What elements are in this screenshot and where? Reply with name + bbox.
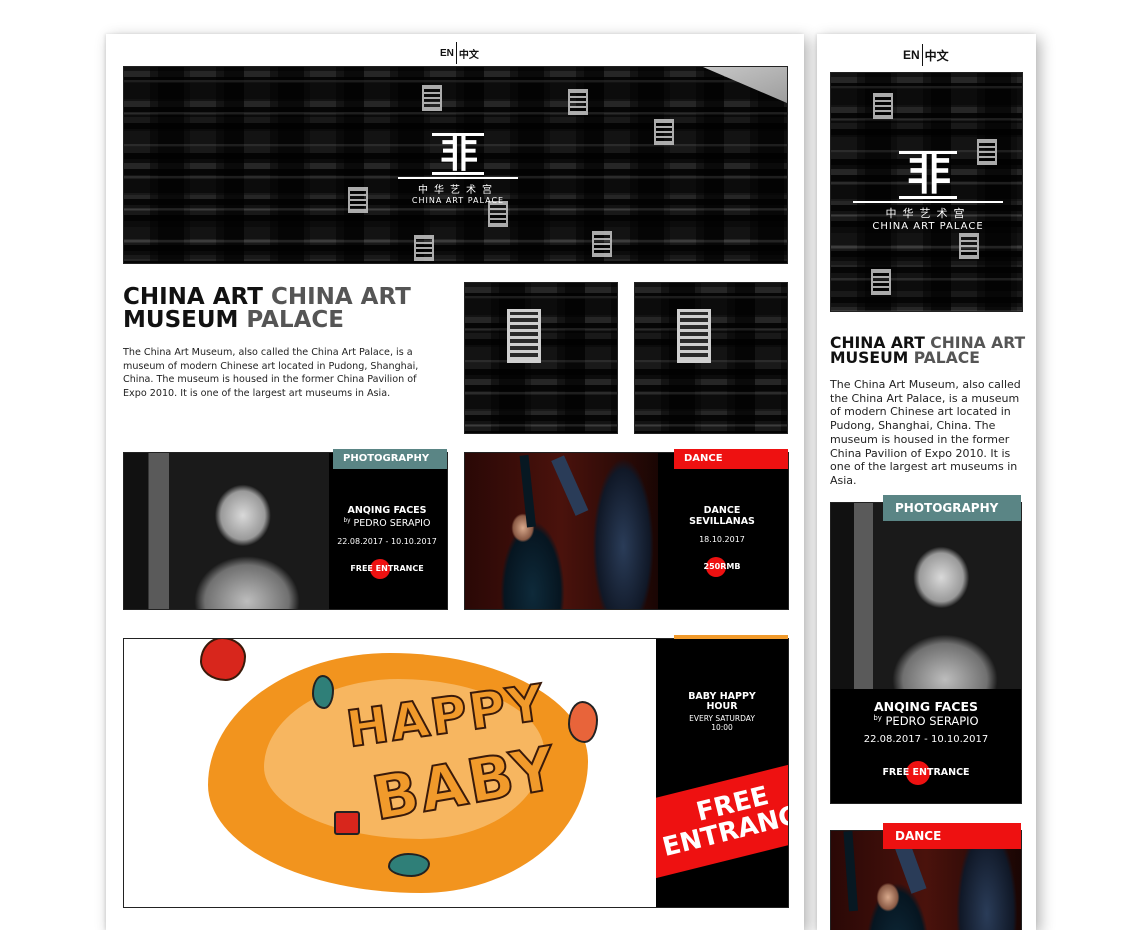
title-line2-grey: PALACE [913, 349, 980, 368]
event-by-label: by [873, 714, 882, 722]
facade-glyph [414, 235, 434, 261]
language-switcher: EN 中文 [440, 42, 479, 64]
hero-banner: 非 中华艺术宫 CHINA ART PALACE [123, 66, 788, 264]
gallery-thumbnail[interactable] [634, 282, 788, 434]
gallery-thumbnail[interactable] [464, 282, 618, 434]
raised-arm [551, 455, 589, 516]
price-entrance: ENTRANCE [912, 767, 970, 778]
page-title: CHINA ART CHINA ART MUSEUM PALACE [123, 286, 411, 333]
balloon-icon [312, 675, 334, 709]
museum-description: The China Art Museum, also called the Ch… [830, 378, 1021, 487]
price-free: FREE [350, 564, 373, 573]
lang-divider [921, 44, 923, 66]
lang-zh-link[interactable]: 中文 [459, 46, 479, 61]
category-tag-dance: DANCE [883, 823, 1021, 849]
category-tag-photography: PHOTOGRAPHY [883, 495, 1021, 521]
title-line2-grey: PALACE [246, 306, 345, 333]
facade-glyph [568, 89, 588, 115]
event-info: ANQING FACES by PEDRO SERAPIO 22.08.2017… [831, 699, 1021, 803]
screenshot-stage: EN 中文 非 中华艺术宫 CHINA ART PALACE CHINA ART… [0, 0, 1140, 930]
museum-description: The China Art Museum, also called the Ch… [123, 347, 419, 399]
gift-icon [334, 811, 360, 835]
event-author: PEDRO SERAPIO [885, 714, 979, 728]
language-switcher: EN 中文 [903, 44, 949, 66]
old-man-photo [124, 453, 329, 609]
event-card-family[interactable]: HAPPY BABY FAMILY BABY HAPPY HOUR EVERY … [123, 635, 789, 908]
lang-en-link[interactable]: EN [903, 48, 920, 62]
price-pill: FREE ENTRANCE [350, 559, 424, 579]
lang-zh-link[interactable]: 中文 [925, 47, 949, 64]
logo-rule [853, 201, 1003, 203]
logo-chinese: 中华艺术宫 [418, 185, 498, 196]
event-card-dance[interactable]: DANCE [830, 823, 1022, 930]
facade-glyph [348, 187, 368, 213]
raised-arm [843, 831, 858, 912]
price-value: 250RMB [703, 562, 741, 571]
logo-rule [398, 177, 518, 179]
title-line2-dark: MUSEUM [830, 349, 909, 368]
facade-glyph [592, 231, 612, 257]
price-free: FREE [882, 767, 910, 778]
facade-glyph [507, 309, 541, 363]
facade-glyph [677, 309, 711, 363]
price-entrance: ENTRANCE [375, 564, 424, 573]
logo-english: CHINA ART PALACE [872, 221, 984, 232]
facade-glyph [959, 233, 979, 259]
old-man-photo [831, 503, 1021, 689]
sky-corner [703, 67, 787, 103]
happy-baby-illustration: HAPPY BABY [124, 639, 658, 907]
logo-chinese: 中华艺术宫 [885, 207, 971, 220]
event-author: PEDRO SERAPIO [353, 518, 431, 529]
event-title-line2: SEVILLANAS [689, 516, 755, 527]
event-by-label: by [343, 518, 351, 524]
logo-mark-icon: 非 [392, 133, 524, 175]
free-entrance-band: FREE ENTRANCE [656, 755, 788, 881]
event-title: ANQING FACES [874, 699, 978, 714]
event-date: 22.08.2017 - 10.10.2017 [337, 537, 437, 546]
facade-glyph [873, 93, 893, 119]
facade-glyph [871, 269, 891, 295]
ice-cream-icon [200, 639, 246, 681]
facade-glyph [422, 85, 442, 111]
raised-arm [519, 454, 536, 528]
toy-car-icon [388, 853, 430, 877]
event-title: DANCE [703, 505, 741, 516]
page-title: CHINA ART CHINA ART MUSEUM PALACE [830, 335, 1025, 368]
desktop-page: EN 中文 非 中华艺术宫 CHINA ART PALACE CHINA ART… [106, 34, 804, 930]
logo-mark-icon: 非 [853, 151, 1003, 199]
title-line2-dark: MUSEUM [123, 306, 239, 333]
lang-divider [455, 42, 457, 64]
event-info: ANQING FACES by PEDRO SERAPIO 22.08.2017… [327, 453, 447, 609]
facade-glyph [654, 119, 674, 145]
logo-english: CHINA ART PALACE [411, 196, 505, 205]
event-card-photography[interactable]: PHOTOGRAPHY ANQING FACES by PEDRO SERAPI… [830, 495, 1022, 804]
event-date: 22.08.2017 - 10.10.2017 [863, 734, 989, 745]
price-pill: FREE ENTRANCE [882, 761, 970, 785]
event-info: BABY HAPPY HOUR EVERY SATURDAY 10:00 FRE… [656, 639, 788, 907]
event-card-photography[interactable]: PHOTOGRAPHY ANQING FACES by PEDRO SERAPI… [123, 449, 448, 610]
event-title-line2: HOUR [706, 701, 738, 712]
event-title: ANQING FACES [347, 505, 427, 516]
dancers-photo [465, 453, 658, 609]
event-date: 18.10.2017 [699, 535, 745, 544]
lang-en-link[interactable]: EN [440, 48, 454, 59]
event-card-dance[interactable]: DANCE DANCE SEVILLANAS 18.10.2017 250RMB [464, 449, 789, 610]
museum-logo: 非 中华艺术宫 CHINA ART PALACE [392, 133, 524, 205]
hero-banner: 非 中华艺术宫 CHINA ART PALACE [830, 72, 1023, 312]
event-info: DANCE SEVILLANAS 18.10.2017 250RMB [656, 453, 788, 609]
museum-logo: 非 中华艺术宫 CHINA ART PALACE [853, 151, 1003, 232]
price-pill: 250RMB [703, 557, 741, 577]
event-time: 10:00 [711, 723, 733, 732]
event-schedule: EVERY SATURDAY [689, 714, 755, 723]
balloon-icon [568, 701, 598, 743]
mobile-page: EN 中文 非 中华艺术宫 CHINA ART PALACE CHINA ART… [817, 34, 1036, 930]
